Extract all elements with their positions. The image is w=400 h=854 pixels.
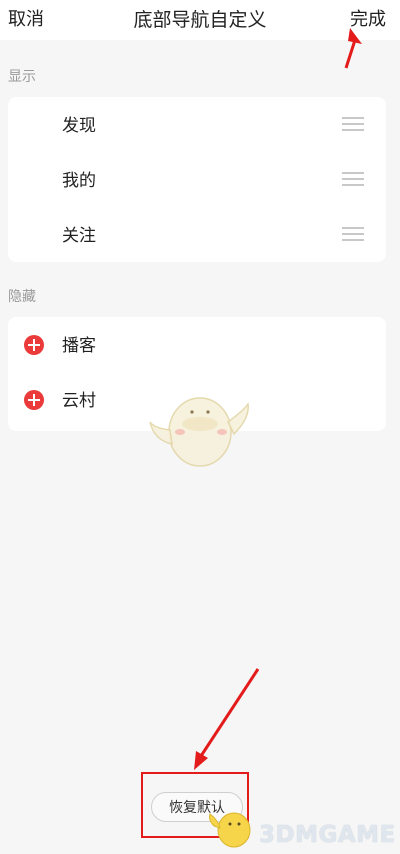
nav-item-label: 播客 [62,336,96,356]
add-icon[interactable] [24,335,44,355]
mascot-watermark-icon [149,397,249,467]
hidden-section-label: 隐藏 [8,289,36,305]
nav-item-follow[interactable]: 关注 [8,207,386,262]
nav-item-label: 云村 [62,391,96,411]
drag-handle-icon[interactable] [342,117,364,131]
visible-items-card: 发现 我的 关注 [8,97,386,262]
nav-item-label: 发现 [62,116,96,136]
drag-handle-icon[interactable] [342,227,364,241]
page-title: 底部导航自定义 [133,9,267,31]
nav-item-podcast[interactable]: 播客 [8,317,386,372]
nav-item-label: 关注 [62,226,96,246]
nav-item-mine[interactable]: 我的 [8,152,386,207]
visible-section-label: 显示 [8,69,36,85]
nav-item-discover[interactable]: 发现 [8,97,386,152]
done-button[interactable]: 完成 [350,5,386,31]
watermark-text: 3DMGAME [259,822,396,848]
drag-handle-icon[interactable] [342,172,364,186]
mascot-small-icon [209,812,251,848]
header-bar: 取消 底部导航自定义 完成 [0,0,400,40]
nav-item-label: 我的 [62,171,96,191]
add-icon[interactable] [24,390,44,410]
